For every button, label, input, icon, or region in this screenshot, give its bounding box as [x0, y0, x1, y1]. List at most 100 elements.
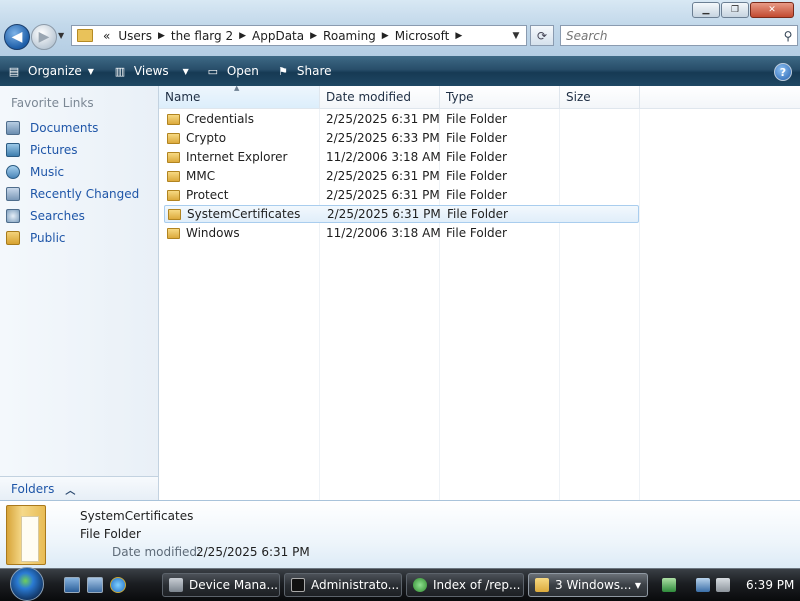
breadcrumb-separator-icon[interactable]: ▶ [380, 31, 391, 41]
column-header-label: Size [566, 90, 591, 104]
file-date: 11/2/2006 3:18 AM [326, 150, 441, 164]
file-name: MMC [186, 169, 216, 183]
breadcrumb-appdata[interactable]: AppData [248, 29, 308, 43]
file-type: File Folder [446, 169, 507, 183]
folder-icon [167, 132, 180, 144]
file-row-credentials[interactable]: Credentials 2/25/2025 6:31 PM File Folde… [164, 110, 639, 128]
documents-icon [6, 121, 20, 135]
nav-link-music[interactable]: Music [6, 163, 64, 181]
breadcrumb-users[interactable]: Users [114, 29, 156, 43]
nav-link-label: Documents [30, 121, 99, 135]
start-button[interactable] [10, 567, 44, 601]
clock[interactable]: 6:39 PM [746, 578, 794, 592]
recently-changed-icon [6, 187, 20, 201]
file-row-protect[interactable]: Protect 2/25/2025 6:31 PM File Folder [164, 186, 639, 204]
public-folder-icon [6, 231, 20, 245]
show-desktop-icon[interactable] [64, 577, 80, 593]
nav-link-recently-changed[interactable]: Recently Changed [6, 185, 139, 203]
folder-icon [168, 208, 181, 220]
column-header-name[interactable]: ▲ Name [159, 84, 320, 109]
nav-link-label: Music [30, 165, 65, 179]
nav-link-searches[interactable]: Searches [6, 207, 85, 225]
folders-toggle[interactable]: Folders ︿ [0, 476, 158, 501]
file-row-crypto[interactable]: Crypto 2/25/2025 6:33 PM File Folder [164, 129, 639, 147]
file-row-internet-explorer[interactable]: Internet Explorer 11/2/2006 3:18 AM File… [164, 148, 639, 166]
search-box[interactable]: ⚲ [560, 25, 798, 46]
taskbar: Device Mana... Administrato... Index of … [0, 567, 800, 601]
column-header-date-modified[interactable]: Date modified [320, 86, 440, 109]
file-name: Protect [186, 188, 229, 202]
search-input[interactable] [561, 26, 779, 45]
breadcrumb-separator-icon[interactable]: ▶ [308, 31, 319, 41]
file-row-systemcertificates[interactable]: SystemCertificates 2/25/2025 6:31 PM Fil… [164, 205, 639, 223]
help-icon[interactable]: ? [774, 63, 792, 81]
nav-link-public[interactable]: Public [6, 229, 66, 247]
internet-explorer-icon[interactable] [110, 577, 126, 593]
breadcrumb-separator-icon[interactable]: ▶ [453, 31, 464, 41]
column-header-label: Date modified [326, 90, 412, 104]
breadcrumb-separator-icon[interactable]: ▶ [156, 31, 167, 41]
searches-icon [6, 209, 20, 223]
file-type: File Folder [446, 226, 507, 240]
address-bar[interactable]: « Users ▶ the flarg 2 ▶ AppData ▶ Roamin… [71, 25, 527, 46]
details-date-value: 2/25/2025 6:31 PM [196, 545, 310, 559]
organize-label: Organize [28, 64, 82, 78]
breadcrumb-microsoft[interactable]: Microsoft [391, 29, 454, 43]
taskbar-button-administrator[interactable]: Administrato... [284, 573, 402, 597]
file-row-windows[interactable]: Windows 11/2/2006 3:18 AM File Folder [164, 224, 639, 242]
task-label: Device Mana... [189, 578, 278, 592]
maximize-button[interactable]: ❐ [721, 2, 749, 18]
nav-link-label: Searches [30, 209, 85, 223]
forward-button[interactable]: ▶ [31, 24, 57, 50]
nav-link-pictures[interactable]: Pictures [6, 141, 78, 159]
network-icon[interactable] [662, 578, 676, 592]
organize-button[interactable]: ▤ Organize ▼ [0, 56, 100, 86]
taskbar-button-windows-group[interactable]: 3 Windows... ▼ [528, 573, 648, 597]
large-folder-icon [6, 505, 46, 565]
column-header-filler [640, 86, 800, 109]
folder-icon [167, 113, 180, 125]
taskbar-button-device-manager[interactable]: Device Mana... [162, 573, 280, 597]
nav-link-documents[interactable]: Documents [6, 119, 98, 137]
column-header-type[interactable]: Type [440, 86, 560, 109]
column-header-size[interactable]: Size [560, 86, 640, 109]
file-name: Internet Explorer [186, 150, 288, 164]
views-button[interactable]: ▥ Views ▼ [106, 56, 195, 86]
file-name: Crypto [186, 131, 227, 145]
close-button[interactable]: ✕ [750, 2, 794, 18]
search-icon[interactable]: ⚲ [779, 29, 797, 43]
address-dropdown-icon[interactable]: ▼ [506, 31, 526, 41]
file-type: File Folder [446, 188, 507, 202]
chevron-down-icon: ▼ [634, 580, 641, 590]
file-type: File Folder [446, 131, 507, 145]
device-manager-icon [169, 578, 183, 592]
file-date: 2/25/2025 6:31 PM [327, 207, 441, 221]
file-row-mmc[interactable]: MMC 2/25/2025 6:31 PM File Folder [164, 167, 639, 185]
share-icon: ⚑ [277, 64, 288, 78]
share-label: Share [296, 64, 332, 78]
folders-label: Folders [11, 482, 55, 496]
taskbar-button-index[interactable]: Index of /rep... [406, 573, 524, 597]
refresh-button[interactable]: ⟳ [530, 25, 554, 46]
volume-muted-icon[interactable] [716, 578, 730, 592]
breadcrumb-roaming[interactable]: Roaming [319, 29, 380, 43]
command-prompt-icon [291, 578, 305, 592]
share-button[interactable]: ⚑ Share [269, 56, 338, 86]
forward-arrow-icon: ▶ [38, 29, 50, 45]
minimize-button[interactable]: ▁ [692, 2, 720, 18]
folder-paper-icon [21, 516, 39, 562]
recent-pages-dropdown[interactable]: ▼ [58, 31, 66, 40]
folder-icon [167, 170, 180, 182]
display-icon[interactable] [696, 578, 710, 592]
open-button[interactable]: ▭ Open [199, 56, 265, 86]
switch-windows-icon[interactable] [87, 577, 103, 593]
column-header-label: Name [165, 90, 201, 104]
task-label: 3 Windows... [555, 578, 632, 592]
file-name: Windows [186, 226, 240, 240]
window-controls: ▁ ❐ ✕ [692, 2, 794, 18]
breadcrumb-separator-icon[interactable]: ▶ [237, 31, 248, 41]
breadcrumb-user[interactable]: the flarg 2 [167, 29, 237, 43]
refresh-icon: ⟳ [536, 28, 548, 43]
back-button[interactable]: ◀ [4, 24, 30, 50]
breadcrumb-overflow[interactable]: « [99, 29, 114, 43]
